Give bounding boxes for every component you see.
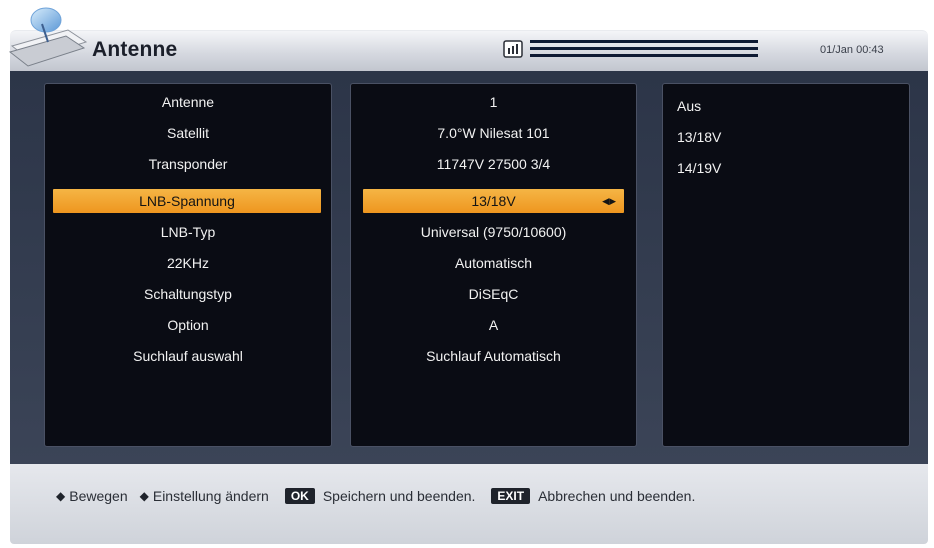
option-aus[interactable]: Aus (677, 94, 701, 118)
label-lnb-spannung-selected[interactable]: LNB-Spannung (53, 189, 321, 213)
value-lnb-spannung-text: 13/18V (471, 193, 516, 209)
page-title: Antenne (92, 38, 178, 61)
label-suchlauf-auswahl[interactable]: Suchlauf auswahl (45, 344, 331, 368)
options-panel: Aus 13/18V 14/19V (662, 83, 910, 447)
label-transponder[interactable]: Transponder (45, 152, 331, 176)
value-22khz[interactable]: Automatisch (351, 251, 636, 275)
left-right-arrows-icon: ◆ (139, 489, 149, 503)
exit-key[interactable]: EXIT (491, 488, 531, 504)
help-move: Bewegen (69, 488, 128, 504)
satellite-dish-logo-icon (8, 7, 88, 67)
label-schaltungstyp[interactable]: Schaltungstyp (45, 282, 331, 306)
value-antenne[interactable]: 1 (351, 90, 636, 114)
help-change: Einstellung ändern (152, 488, 269, 504)
value-option[interactable]: A (351, 313, 636, 337)
label-panel: Antenne Satellit Transponder LNB-Spannun… (44, 83, 332, 447)
value-schaltungstyp[interactable]: DiSEqC (351, 282, 636, 306)
option-14-19v[interactable]: 14/19V (677, 156, 721, 180)
ok-key[interactable]: OK (284, 488, 315, 504)
value-transponder[interactable]: 11747V 27500 3/4 (351, 152, 636, 176)
label-22khz[interactable]: 22KHz (45, 251, 331, 275)
signal-icon (503, 40, 523, 58)
option-13-18v[interactable]: 13/18V (677, 125, 721, 149)
value-panel: 1 7.0°W Nilesat 101 11747V 27500 3/4 13/… (350, 83, 637, 447)
help-exit: Abbrechen und beenden. (538, 488, 696, 504)
value-lnb-typ[interactable]: Universal (9750/10600) (351, 220, 636, 244)
value-lnb-spannung-selected[interactable]: 13/18V ◀▶ (363, 189, 624, 213)
clock: 01/Jan 00:43 (820, 44, 884, 56)
value-satellit[interactable]: 7.0°W Nilesat 101 (351, 121, 636, 145)
menu-area: Antenne Satellit Transponder LNB-Spannun… (10, 71, 928, 464)
label-option[interactable]: Option (45, 313, 331, 337)
up-down-arrows-icon: ◆ (56, 489, 66, 503)
left-right-arrows-icon: ◀▶ (602, 196, 616, 206)
label-antenne[interactable]: Antenne (45, 90, 331, 114)
help-bar (10, 464, 928, 544)
help-text: ◆ Bewegen ◆ Einstellung ändern OK Speich… (56, 488, 695, 504)
label-lnb-typ[interactable]: LNB-Typ (45, 220, 331, 244)
signal-strength-bars (530, 39, 758, 59)
label-satellit[interactable]: Satellit (45, 121, 331, 145)
help-ok: Speichern und beenden. (322, 488, 476, 504)
value-suchlauf-auswahl[interactable]: Suchlauf Automatisch (351, 344, 636, 368)
